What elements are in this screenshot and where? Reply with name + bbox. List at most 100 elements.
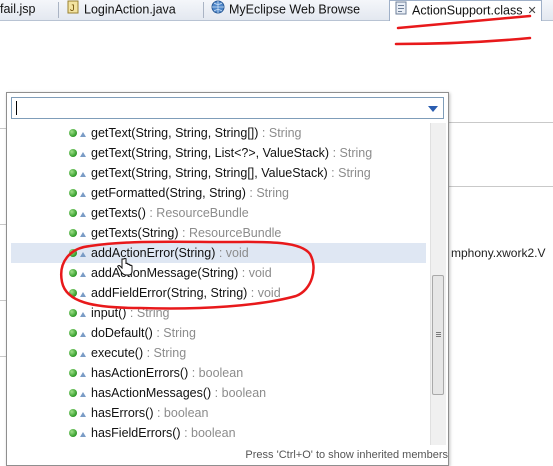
public-method-icon — [69, 209, 77, 217]
inherited-marker-icon — [80, 212, 86, 217]
proposal-item[interactable]: input() : String — [11, 303, 426, 323]
return-type: : String — [126, 306, 170, 320]
return-type: : ResourceBundle — [178, 226, 282, 240]
tab-loginaction-java[interactable]: J LoginAction.java — [66, 0, 176, 20]
return-type: : String — [143, 346, 187, 360]
text-caret — [16, 101, 17, 115]
content-assist-popup: getText(String, String, String[]) : Stri… — [6, 92, 449, 466]
tab-separator — [203, 2, 204, 18]
return-type: : String — [258, 126, 302, 140]
public-method-icon — [69, 369, 77, 377]
method-name: getTexts(String) — [91, 226, 179, 240]
method-signature: execute() : String — [91, 343, 186, 363]
inherited-marker-icon — [80, 172, 86, 177]
inherited-marker-icon — [80, 412, 86, 417]
method-signature: hasErrors() : boolean — [91, 403, 208, 423]
svg-text:J: J — [70, 3, 75, 13]
hand-cursor-icon — [117, 258, 133, 276]
chevron-down-icon[interactable] — [428, 106, 438, 112]
proposal-item[interactable]: hasErrors() : boolean — [11, 403, 426, 423]
method-name: doDefault() — [91, 326, 153, 340]
java-file-icon: J — [66, 0, 80, 20]
public-method-icon — [69, 329, 77, 337]
globe-icon — [211, 0, 225, 20]
return-type: : ResourceBundle — [145, 206, 249, 220]
public-method-icon — [69, 169, 77, 177]
proposal-item[interactable]: hasActionMessages() : boolean — [11, 383, 426, 403]
public-method-icon — [69, 249, 77, 257]
tab-label: MyEclipse Web Browse — [229, 2, 361, 17]
proposal-item[interactable]: getText(String, String, String[]) : Stri… — [11, 123, 426, 143]
method-signature: addActionError(String) : void — [91, 243, 249, 263]
method-name: getTexts() — [91, 206, 146, 220]
tab-actionsupport-class[interactable]: ActionSupport.class ✕ — [389, 0, 542, 21]
public-method-icon — [69, 189, 77, 197]
proposal-item[interactable]: doDefault() : String — [11, 323, 426, 343]
editor-tab-bar: fail.jsp J LoginAction.java MyEclipse We… — [0, 0, 553, 21]
proposal-item[interactable]: execute() : String — [11, 343, 426, 363]
return-type: : String — [327, 166, 371, 180]
underline-annotation — [394, 36, 532, 46]
method-name: getText(String, String, List<?>, ValueSt… — [91, 146, 330, 160]
proposal-item[interactable]: hasActionErrors() : boolean — [11, 363, 426, 383]
inherited-marker-icon — [80, 252, 86, 257]
grip-line — [436, 332, 441, 333]
proposal-item[interactable]: getText(String, String, List<?>, ValueSt… — [11, 143, 426, 163]
content-assist-filter-input[interactable] — [11, 97, 444, 119]
method-name: hasFieldErrors() — [91, 426, 181, 440]
tab-fail-jsp[interactable]: fail.jsp — [0, 0, 35, 20]
proposal-item[interactable]: getFormatted(String, String) : String — [11, 183, 426, 203]
inherited-marker-icon — [80, 152, 86, 157]
tab-separator — [58, 2, 59, 18]
proposal-item[interactable]: addFieldError(String, String) : void — [11, 283, 426, 303]
inherited-marker-icon — [80, 192, 86, 197]
method-name: addActionError(String) — [91, 246, 216, 260]
proposal-item[interactable]: getTexts(String) : ResourceBundle — [11, 223, 426, 243]
public-method-icon — [69, 389, 77, 397]
method-name: getText(String, String, String[], ValueS… — [91, 166, 328, 180]
return-type: : boolean — [153, 406, 209, 420]
public-method-icon — [69, 229, 77, 237]
proposal-item[interactable]: addActionError(String) : void — [11, 243, 426, 263]
tab-label: ActionSupport.class — [412, 3, 523, 18]
status-hint: Press 'Ctrl+O' to show inherited members — [245, 449, 448, 461]
method-name: input() — [91, 306, 127, 320]
grip-line — [436, 334, 441, 335]
tab-label: LoginAction.java — [84, 2, 176, 17]
proposal-item[interactable]: hasFieldErrors() : boolean — [11, 423, 426, 443]
return-type: : boolean — [180, 426, 236, 440]
editor-divider — [449, 186, 553, 187]
method-name: addFieldError(String, String) — [91, 286, 248, 300]
return-type: : void — [215, 246, 249, 260]
proposal-item[interactable]: getTexts() : ResourceBundle — [11, 203, 426, 223]
return-type: : String — [152, 326, 196, 340]
method-name: hasErrors() — [91, 406, 154, 420]
method-signature: getText(String, String, String[]) : Stri… — [91, 123, 302, 143]
return-type: : String — [329, 146, 373, 160]
tab-myeclipse-web-browser[interactable]: MyEclipse Web Browse — [211, 0, 360, 20]
return-type: : void — [238, 266, 272, 280]
inherited-marker-icon — [80, 132, 86, 137]
scrollbar-thumb[interactable] — [432, 275, 444, 395]
proposal-item[interactable]: getText(String, String, String[], ValueS… — [11, 163, 426, 183]
method-signature: getFormatted(String, String) : String — [91, 183, 289, 203]
method-name: addActionMessage(String) — [91, 266, 239, 280]
proposal-item[interactable]: addActionMessage(String) : void — [11, 263, 426, 283]
public-method-icon — [69, 429, 77, 437]
inherited-marker-icon — [80, 312, 86, 317]
close-icon[interactable]: ✕ — [527, 2, 536, 21]
return-type: : boolean — [188, 366, 244, 380]
class-file-icon — [394, 1, 408, 21]
editor-code-fragment: mphony.xwork2.V — [451, 246, 546, 260]
method-name: getText(String, String, String[]) — [91, 126, 259, 140]
public-method-icon — [69, 289, 77, 297]
inherited-marker-icon — [80, 272, 86, 277]
editor-divider — [449, 122, 553, 123]
method-signature: hasFieldErrors() : boolean — [91, 423, 236, 443]
method-name: hasActionMessages() — [91, 386, 212, 400]
return-type: : boolean — [211, 386, 267, 400]
public-method-icon — [69, 129, 77, 137]
vertical-scrollbar[interactable] — [430, 123, 446, 445]
public-method-icon — [69, 409, 77, 417]
method-signature: doDefault() : String — [91, 323, 196, 343]
